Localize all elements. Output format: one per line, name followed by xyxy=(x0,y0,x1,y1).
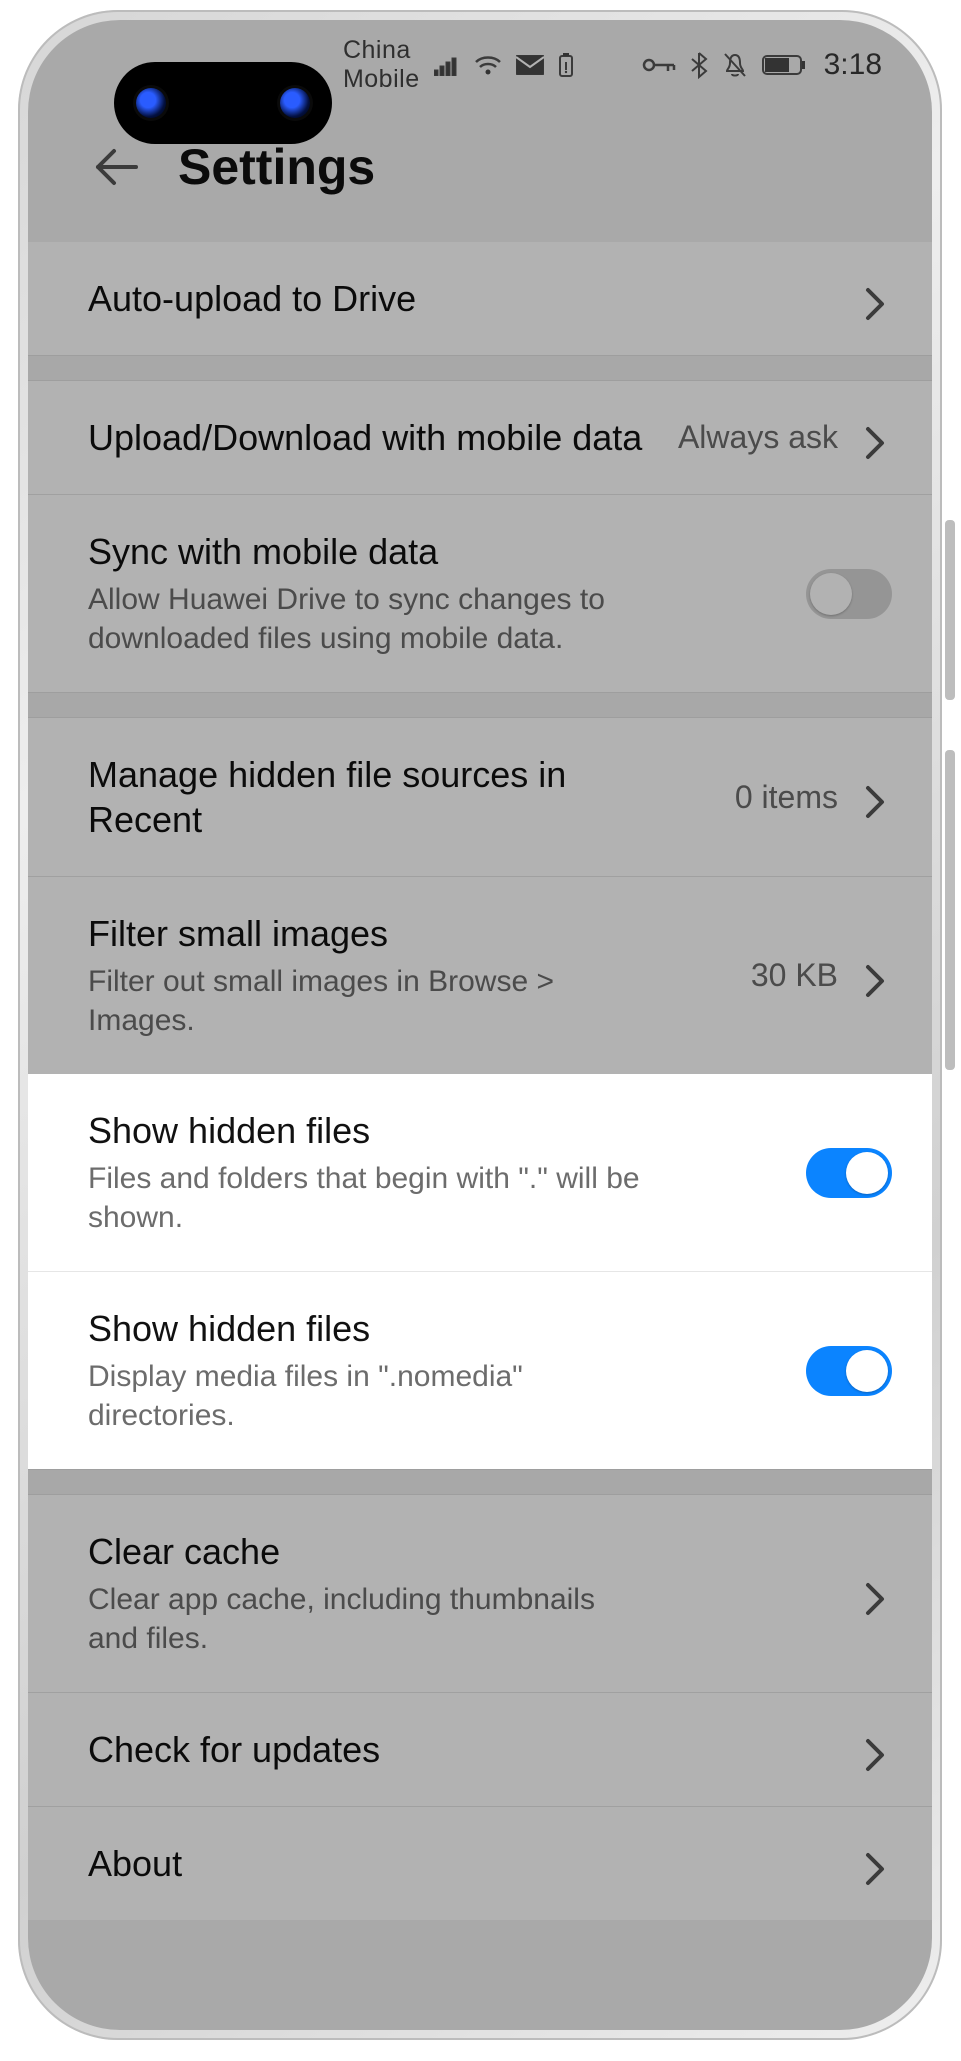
row-title: Show hidden files xyxy=(88,1306,782,1351)
row-subtitle: Allow Huawei Drive to sync changes to do… xyxy=(88,580,648,658)
screen: China Mobile xyxy=(28,20,932,2030)
row-value: 30 KB xyxy=(751,957,838,994)
row-manage-hidden-sources[interactable]: Manage hidden file sources in Recent 0 i… xyxy=(28,718,932,876)
toggle-sync-mobile-data[interactable] xyxy=(806,569,892,619)
chevron-right-icon xyxy=(862,782,892,812)
chevron-right-icon xyxy=(862,1735,892,1765)
row-show-hidden-files-dot[interactable]: Show hidden files Files and folders that… xyxy=(28,1074,932,1271)
chevron-right-icon xyxy=(862,423,892,453)
vpn-key-icon xyxy=(642,56,676,74)
camera-cutout xyxy=(114,62,332,144)
chevron-right-icon xyxy=(862,284,892,314)
bluetooth-icon xyxy=(690,51,708,79)
row-title: Sync with mobile data xyxy=(88,529,782,574)
row-value: 0 items xyxy=(735,779,838,816)
section-gap xyxy=(28,692,932,718)
signal-icon xyxy=(434,54,460,76)
phone-frame: China Mobile xyxy=(18,10,942,2040)
row-title: Show hidden files xyxy=(88,1108,782,1153)
back-button[interactable] xyxy=(88,139,144,195)
row-clear-cache[interactable]: Clear cache Clear app cache, including t… xyxy=(28,1495,932,1692)
row-title: Check for updates xyxy=(88,1727,838,1772)
phone-side-button-lower xyxy=(945,750,955,1070)
row-upload-download-mobile-data[interactable]: Upload/Download with mobile data Always … xyxy=(28,381,932,494)
row-title: Auto-upload to Drive xyxy=(88,276,838,321)
row-title: Clear cache xyxy=(88,1529,838,1574)
row-subtitle: Filter out small images in Browse > Imag… xyxy=(88,962,648,1040)
phone-side-button-upper xyxy=(945,520,955,700)
clock-label: 3:18 xyxy=(824,48,882,82)
row-check-updates[interactable]: Check for updates xyxy=(28,1692,932,1806)
mute-icon xyxy=(722,51,748,79)
toggle-show-hidden-dot[interactable] xyxy=(806,1148,892,1198)
section-gap xyxy=(28,1469,932,1495)
row-sync-mobile-data[interactable]: Sync with mobile data Allow Huawei Drive… xyxy=(28,494,932,692)
row-about[interactable]: About xyxy=(28,1806,932,1920)
row-subtitle: Files and folders that begin with "." wi… xyxy=(88,1159,648,1237)
row-value: Always ask xyxy=(678,419,838,456)
wifi-icon xyxy=(474,54,502,76)
camera-lens-left xyxy=(136,88,166,118)
camera-lens-right xyxy=(280,88,310,118)
row-subtitle: Display media files in ".nomedia" direct… xyxy=(88,1357,648,1435)
carrier-label: China Mobile xyxy=(343,36,420,94)
row-auto-upload[interactable]: Auto-upload to Drive xyxy=(28,242,932,355)
chevron-right-icon xyxy=(862,1849,892,1879)
row-title: Manage hidden file sources in Recent xyxy=(88,752,588,842)
row-title: Upload/Download with mobile data xyxy=(88,415,654,460)
row-title: Filter small images xyxy=(88,911,727,956)
battery-icon xyxy=(762,54,806,76)
row-subtitle: Clear app cache, including thumbnails an… xyxy=(88,1580,648,1658)
battery-saver-icon xyxy=(558,52,574,78)
row-title: About xyxy=(88,1841,838,1886)
mail-icon xyxy=(516,55,544,75)
page-title: Settings xyxy=(178,138,375,196)
chevron-right-icon xyxy=(862,961,892,991)
section-gap xyxy=(28,355,932,381)
row-filter-small-images[interactable]: Filter small images Filter out small ima… xyxy=(28,876,932,1074)
toggle-show-hidden-nomedia[interactable] xyxy=(806,1346,892,1396)
chevron-right-icon xyxy=(862,1579,892,1609)
row-show-hidden-files-nomedia[interactable]: Show hidden files Display media files in… xyxy=(28,1271,932,1469)
